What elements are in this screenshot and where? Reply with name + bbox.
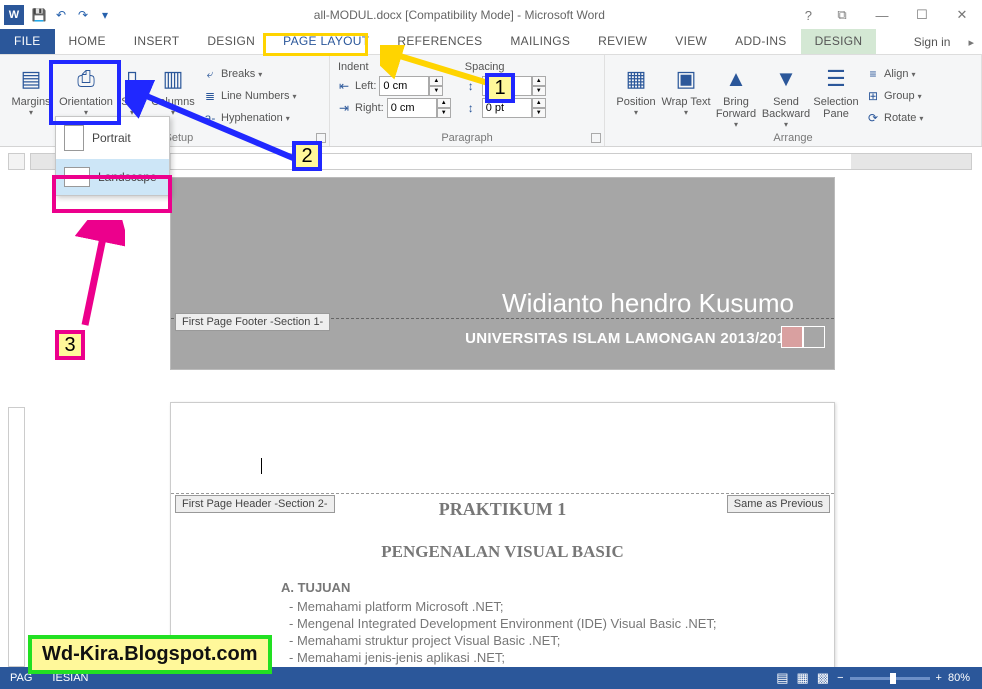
ruler-corner (8, 153, 25, 170)
tab-design[interactable]: DESIGN (193, 29, 269, 54)
help-icon[interactable]: ? (805, 8, 812, 23)
zoom-out-icon[interactable]: − (837, 672, 843, 684)
align-button[interactable]: ≡Align▾ (865, 63, 923, 85)
qat-save-icon[interactable]: 💾 (30, 6, 48, 24)
bring-forward-icon: ▲ (720, 63, 752, 95)
title-bar: W 💾 ↶ ↷ ▾ all-MODUL.docx [Compatibility … (0, 0, 982, 30)
wrap-text-icon: ▣ (670, 63, 702, 95)
vertical-ruler[interactable] (8, 407, 25, 667)
qat-customize-icon[interactable]: ▾ (96, 6, 114, 24)
ribbon-tab-strip: FILE HOME INSERT DESIGN PAGE LAYOUT REFE… (0, 30, 982, 55)
restore-window-icon[interactable]: ⧉ (822, 2, 862, 28)
zoom-percent[interactable]: 80% (948, 672, 970, 684)
send-backward-icon: ▼ (770, 63, 802, 95)
paragraph-dialog-icon[interactable] (591, 133, 601, 143)
indent-right-icon: ⇥ (336, 100, 352, 116)
tab-table-design[interactable]: DESIGN (801, 29, 877, 54)
tab-insert[interactable]: INSERT (120, 29, 194, 54)
qat-undo-icon[interactable]: ↶ (52, 6, 70, 24)
document-workspace: First Page Footer -Section 1- Widianto h… (0, 147, 982, 667)
tab-review[interactable]: REVIEW (584, 29, 661, 54)
ribbon-collapse-icon[interactable]: ▸ (960, 31, 982, 54)
footer-squares (781, 326, 825, 348)
tab-file[interactable]: FILE (0, 29, 55, 54)
selection-pane-button[interactable]: ☰Selection Pane (811, 59, 861, 129)
indent-left-icon: ⇤ (336, 78, 352, 94)
word-app-icon: W (4, 5, 24, 25)
annotation-highlight-pagelayout (263, 33, 368, 56)
rotate-button[interactable]: ⟳Rotate▾ (865, 107, 923, 129)
rotate-icon: ⟳ (865, 110, 881, 126)
annotation-highlight-landscape (52, 175, 172, 213)
group-icon: ⊞ (865, 88, 881, 104)
hyphenation-icon: a- (202, 110, 218, 126)
align-icon: ≡ (865, 66, 881, 82)
position-icon: ▦ (620, 63, 652, 95)
selection-pane-icon: ☰ (820, 63, 852, 95)
same-as-previous-tab: Same as Previous (727, 495, 830, 513)
zoom-in-icon[interactable]: + (936, 672, 942, 684)
group-button[interactable]: ⊞Group▾ (865, 85, 923, 107)
group-arrange: ▦Position▾ ▣Wrap Text▾ ▲Bring Forward▾ ▼… (605, 55, 982, 146)
minimize-icon[interactable]: — (862, 2, 902, 28)
margins-icon: ▤ (15, 63, 47, 95)
annotation-highlight-orientation (49, 60, 121, 125)
window-title: all-MODUL.docx [Compatibility Mode] - Mi… (114, 8, 805, 22)
tab-mailings[interactable]: MAILINGS (496, 29, 584, 54)
page-2[interactable]: First Page Header -Section 2- Same as Pr… (170, 402, 835, 667)
columns-icon: ▥ (157, 63, 189, 95)
tab-references[interactable]: REFERENCES (383, 29, 496, 54)
maximize-icon[interactable]: ☐ (902, 2, 942, 28)
qat-redo-icon[interactable]: ↷ (74, 6, 92, 24)
group-paragraph: Indent ⇤Left: ▲▼ ⇥Right: ▲▼ Spacing ↕ ▲▼… (330, 55, 605, 146)
indent-right-input[interactable]: ▲▼ (387, 98, 451, 118)
close-icon[interactable]: ✕ (942, 2, 982, 28)
tab-home[interactable]: HOME (55, 29, 120, 54)
annotation-step-3: 3 (55, 330, 85, 360)
zoom-slider[interactable] (850, 677, 930, 680)
page-1-footer-area: First Page Footer -Section 1- Widianto h… (170, 177, 835, 370)
line-numbers-icon: ≣ (202, 88, 218, 104)
hyphenation-button[interactable]: a-Hyphenation▾ (202, 107, 297, 129)
tab-addins[interactable]: ADD-INS (721, 29, 800, 54)
horizontal-ruler[interactable] (30, 153, 972, 170)
header-section-tab: First Page Header -Section 2- (175, 495, 335, 513)
bring-forward-button[interactable]: ▲Bring Forward▾ (711, 59, 761, 129)
text-cursor (261, 458, 262, 474)
indent-left-input[interactable]: ▲▼ (379, 76, 443, 96)
sign-in-link[interactable]: Sign in (904, 30, 961, 54)
tab-view[interactable]: VIEW (661, 29, 721, 54)
spacing-before-icon: ↕ (463, 78, 479, 94)
doc-outline: A. TUJUAN - Memahami platform Microsoft … (281, 580, 754, 667)
position-button[interactable]: ▦Position▾ (611, 59, 661, 129)
breaks-button[interactable]: ⤶Breaks▾ (202, 63, 297, 85)
view-print-icon[interactable]: ▦ (797, 670, 809, 686)
view-web-icon[interactable]: ▩ (817, 670, 829, 686)
footer-university: UNIVERSITAS ISLAM LAMONGAN 2013/2014 (351, 330, 794, 347)
footer-section-tab: First Page Footer -Section 1- (175, 313, 330, 331)
doc-subtitle: PENGENALAN VISUAL BASIC (171, 542, 834, 562)
line-numbers-button[interactable]: ≣Line Numbers▾ (202, 85, 297, 107)
view-read-icon[interactable]: ▤ (776, 670, 788, 686)
send-backward-button[interactable]: ▼Send Backward▾ (761, 59, 811, 129)
footer-author: Widianto hendro Kusumo (351, 288, 794, 319)
annotation-step-1: 1 (485, 73, 515, 103)
breaks-icon: ⤶ (202, 66, 218, 82)
annotation-step-2: 2 (292, 141, 322, 171)
annotation-watermark: Wd-Kira.Blogspot.com (28, 635, 272, 674)
spacing-after-icon: ↕ (463, 100, 479, 116)
indent-label: Indent (336, 59, 451, 75)
wrap-text-button[interactable]: ▣Wrap Text▾ (661, 59, 711, 129)
